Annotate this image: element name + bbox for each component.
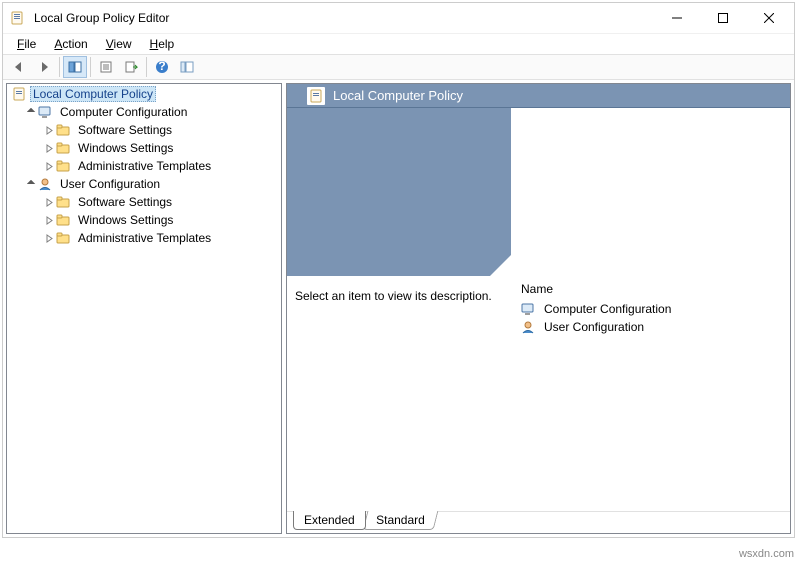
list-item-computer-configuration[interactable]: Computer Configuration (521, 300, 782, 318)
show-hide-tree-button[interactable] (63, 56, 87, 78)
forward-button[interactable] (32, 56, 56, 78)
details-pane: Local Computer Policy Select an item to … (286, 83, 791, 534)
toolbar-separator (146, 57, 147, 77)
computer-icon (38, 104, 54, 120)
expand-icon[interactable] (43, 124, 55, 136)
list-spacer (521, 114, 782, 282)
details-header: Local Computer Policy (287, 84, 790, 108)
main-area: Local Computer Policy Computer Configura… (3, 80, 794, 537)
menu-help[interactable]: Help (142, 35, 183, 53)
menu-file[interactable]: File (9, 35, 44, 53)
folder-icon (56, 194, 72, 210)
tree-label: Administrative Templates (75, 231, 214, 245)
list-item-label: Computer Configuration (544, 302, 671, 316)
expand-icon[interactable] (43, 232, 55, 244)
export-list-button[interactable] (119, 56, 143, 78)
tree-label: Software Settings (75, 123, 175, 137)
folder-icon (56, 158, 72, 174)
tab-strip: Extended Standard (287, 511, 790, 533)
details-body: Select an item to view its description. … (287, 108, 790, 511)
tree-label: User Configuration (57, 177, 163, 191)
properties-button[interactable] (94, 56, 118, 78)
folder-icon (56, 212, 72, 228)
tree-uc-software[interactable]: Software Settings (7, 193, 281, 211)
tree-root[interactable]: Local Computer Policy (7, 85, 281, 103)
tab-standard[interactable]: Standard (362, 511, 437, 530)
tree-root-label: Local Computer Policy (30, 86, 156, 102)
list-column[interactable]: Name Computer Configuration User Configu… (511, 108, 790, 511)
maximize-button[interactable] (700, 3, 746, 33)
list-item-user-configuration[interactable]: User Configuration (521, 318, 782, 336)
menu-bar: File Action View Help (3, 33, 794, 54)
title-bar: Local Group Policy Editor (3, 3, 794, 33)
tree-cc-admin[interactable]: Administrative Templates (7, 157, 281, 175)
expand-icon[interactable] (43, 214, 55, 226)
folder-icon (56, 122, 72, 138)
watermark: wsxdn.com (739, 548, 794, 560)
tab-extended[interactable]: Extended (293, 511, 366, 530)
user-icon (38, 176, 54, 192)
menu-view[interactable]: View (98, 35, 140, 53)
tree-label: Windows Settings (75, 213, 176, 227)
close-button[interactable] (746, 3, 792, 33)
tree-label: Computer Configuration (57, 105, 190, 119)
tree-uc-windows[interactable]: Windows Settings (7, 211, 281, 229)
tree-label: Administrative Templates (75, 159, 214, 173)
policy-icon (11, 86, 27, 102)
tree-label: Software Settings (75, 195, 175, 209)
expand-icon[interactable] (43, 142, 55, 154)
tree-computer-configuration[interactable]: Computer Configuration (7, 103, 281, 121)
help-button[interactable]: ? (150, 56, 174, 78)
svg-text:?: ? (158, 60, 165, 73)
tree-uc-admin[interactable]: Administrative Templates (7, 229, 281, 247)
tree-cc-windows[interactable]: Windows Settings (7, 139, 281, 157)
list-item-label: User Configuration (544, 320, 644, 334)
computer-icon (521, 301, 537, 317)
toolbar: ? (3, 54, 794, 80)
back-button[interactable] (7, 56, 31, 78)
tree-label: Windows Settings (75, 141, 176, 155)
toolbar-separator (59, 57, 60, 77)
tree-user-configuration[interactable]: User Configuration (7, 175, 281, 193)
user-icon (521, 319, 537, 335)
title-area: Local Group Policy Editor (9, 10, 654, 26)
menu-action[interactable]: Action (46, 35, 95, 53)
folder-icon (56, 230, 72, 246)
policy-icon (307, 87, 325, 105)
description-text: Select an item to view its description. (295, 289, 505, 303)
folder-icon (56, 140, 72, 156)
expand-icon[interactable] (43, 160, 55, 172)
tree-cc-software[interactable]: Software Settings (7, 121, 281, 139)
window-title: Local Group Policy Editor (34, 11, 169, 25)
collapse-icon[interactable] (25, 178, 37, 190)
column-header-name[interactable]: Name (521, 282, 782, 300)
collapse-icon[interactable] (25, 106, 37, 118)
tree-pane[interactable]: Local Computer Policy Computer Configura… (6, 83, 282, 534)
description-accent (287, 108, 511, 276)
app-window: Local Group Policy Editor File Action Vi… (2, 2, 795, 538)
window-buttons (654, 3, 792, 33)
details-header-title: Local Computer Policy (333, 88, 463, 103)
app-icon (9, 10, 25, 26)
description-column: Select an item to view its description. (287, 108, 511, 511)
minimize-button[interactable] (654, 3, 700, 33)
filter-button[interactable] (175, 56, 199, 78)
toolbar-separator (90, 57, 91, 77)
expand-icon[interactable] (43, 196, 55, 208)
